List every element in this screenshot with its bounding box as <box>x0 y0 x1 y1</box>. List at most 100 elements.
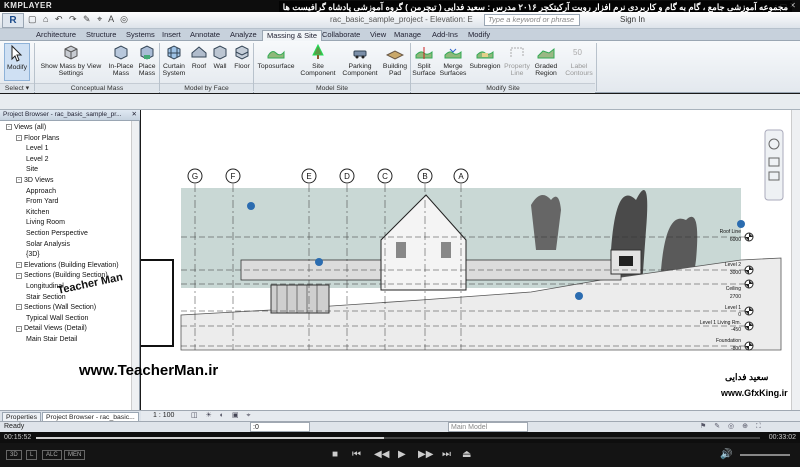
modify-button[interactable]: Modify <box>4 43 30 81</box>
level-name: Ceiling <box>726 286 742 292</box>
tab-insert[interactable]: Insert <box>158 30 185 41</box>
tree-toggle-icon[interactable]: - <box>16 261 22 268</box>
panel-separator <box>596 43 597 91</box>
select-panel-label[interactable]: Select ▾ <box>0 83 34 93</box>
tab-massing-site[interactable]: Massing & Site <box>262 30 323 41</box>
navigation-bar[interactable] <box>764 129 784 201</box>
wall-by-face-button[interactable]: Wall <box>210 43 230 70</box>
stop-icon[interactable]: ■ <box>332 449 338 460</box>
parking-component-label: Parking Component <box>342 63 378 77</box>
revit-app-menu-button[interactable]: R <box>2 13 24 28</box>
badge-men[interactable]: MEN <box>64 450 86 460</box>
elevation-drawing[interactable]: G F E D C B A Roof Line 6000 Level 2 300… <box>32 110 791 410</box>
tab-add-ins[interactable]: Add-Ins <box>428 30 462 41</box>
tree-item-label: Solar Analysis <box>26 240 70 248</box>
site-component-button[interactable]: Site Component <box>298 43 338 77</box>
design-option-field[interactable]: Main Model <box>448 422 528 432</box>
volume-slider[interactable] <box>740 454 790 456</box>
tab-annotate[interactable]: Annotate <box>186 30 224 41</box>
tree-toggle-icon[interactable]: - <box>16 325 22 332</box>
badge-l[interactable]: L <box>26 450 38 460</box>
elapsed-time: 00:15:52 <box>4 434 32 441</box>
quick-access-toolbar[interactable]: ▢ ⌂ ↶ ↷ ✎ ⌖ A ◎ <box>28 14 130 25</box>
tab-view[interactable]: View <box>366 30 390 41</box>
toposurface-button[interactable]: Toposurface <box>256 43 296 70</box>
tree-item[interactable]: Kitchen <box>26 209 49 216</box>
tab-structure[interactable]: Structure <box>82 30 120 41</box>
next-icon[interactable]: ⏭ <box>442 449 451 460</box>
rewind-icon[interactable]: ◀◀ <box>374 449 389 460</box>
merge-surfaces-label: Merge Surfaces <box>439 63 467 77</box>
workset-field[interactable]: :0 <box>250 422 310 432</box>
sign-in-button[interactable]: Sign In <box>620 15 645 24</box>
tree-item[interactable]: Approach <box>26 188 56 195</box>
tree-item[interactable]: Level 1 <box>26 145 49 152</box>
close-icon[interactable]: ✕ <box>132 110 137 120</box>
tree-item[interactable]: From Yard <box>26 198 58 205</box>
volume-icon[interactable]: 🔊 <box>720 449 732 460</box>
tab-architecture[interactable]: Architecture <box>32 30 80 41</box>
badge-alc[interactable]: ALC <box>42 450 62 460</box>
tree-item[interactable]: -3D Views <box>16 177 53 184</box>
status-icons[interactable]: ⚑ ✎ ◎ ⊕ ⛶ <box>700 422 764 432</box>
place-mass-button[interactable]: Place Mass <box>136 43 158 77</box>
badge-3d[interactable]: 3D <box>6 450 22 460</box>
tree-item[interactable]: Typical Wall Section <box>26 315 88 322</box>
property-line-button[interactable]: Property Line <box>503 43 531 77</box>
level-value: 3000 <box>730 270 741 276</box>
roof-icon <box>191 46 207 58</box>
tab-analyze[interactable]: Analyze <box>226 30 261 41</box>
graded-region-button[interactable]: Graded Region <box>532 43 560 77</box>
tab-systems[interactable]: Systems <box>122 30 159 41</box>
curtain-system-button[interactable]: Curtain System <box>160 43 188 77</box>
tree-toggle-icon[interactable]: - <box>16 272 22 279</box>
in-place-mass-button[interactable]: In-Place Mass <box>106 43 136 77</box>
play-icon[interactable]: ▶ <box>398 449 406 460</box>
view-scale[interactable]: 1 : 100 <box>153 411 174 421</box>
tab-collaborate[interactable]: Collaborate <box>318 30 364 41</box>
tree-item[interactable]: - Views (all) <box>6 124 46 131</box>
split-surface-button[interactable]: Split Surface <box>411 43 437 77</box>
tree-item[interactable]: - Elevations (Building Elevation) <box>16 262 119 269</box>
tree-toggle-icon[interactable]: - <box>6 124 12 131</box>
seek-track[interactable] <box>36 437 760 439</box>
split-surface-icon <box>415 47 433 59</box>
tab-modify[interactable]: Modify <box>464 30 494 41</box>
tree-item[interactable]: - Floor Plans <box>16 135 59 142</box>
tree-item[interactable]: Living Room <box>26 219 65 226</box>
label-contours-button[interactable]: 50 Label Contours <box>563 43 595 77</box>
options-bar <box>0 94 800 110</box>
tree-item[interactable]: Main Stair Detail <box>26 336 77 343</box>
drawing-canvas[interactable]: G F E D C B A Roof Line 6000 Level 2 300… <box>32 110 791 410</box>
eject-icon[interactable]: ⏏ <box>462 449 471 460</box>
status-bar: Ready :0 Main Model ⚑ ✎ ◎ ⊕ ⛶ <box>0 421 800 432</box>
tree-toggle-icon[interactable]: - <box>16 304 22 311</box>
canvas-scrollbar[interactable] <box>791 110 800 410</box>
subregion-label: Subregion <box>469 63 501 70</box>
roof-by-face-button[interactable]: Roof <box>189 43 209 70</box>
search-input[interactable]: Type a keyword or phrase <box>484 14 580 26</box>
tree-item[interactable]: Site <box>26 166 38 173</box>
merge-surfaces-button[interactable]: Merge Surfaces <box>439 43 467 77</box>
parking-component-button[interactable]: Parking Component <box>340 43 380 77</box>
player-seek-bar[interactable]: 00:15:52 00:33:02 <box>0 432 800 443</box>
tree-item-label: Detail Views (Detail) <box>24 325 87 333</box>
tab-manage[interactable]: Manage <box>390 30 425 41</box>
tree-item[interactable]: - Detail Views (Detail) <box>16 325 87 332</box>
floor-by-face-button[interactable]: Floor <box>231 43 253 70</box>
building-pad-button[interactable]: Building Pad <box>382 43 408 77</box>
tree-item[interactable]: Section Perspective <box>26 230 88 237</box>
view-control-icons[interactable]: ◫ ☀ ◐ ▣ ⌖ <box>191 411 253 421</box>
show-mass-button[interactable]: Show Mass by View Settings <box>40 43 102 77</box>
subregion-button[interactable]: Subregion <box>469 43 501 70</box>
tree-item[interactable]: {3D} <box>26 251 40 258</box>
previous-icon[interactable]: ⏮ <box>352 449 361 460</box>
glazed-wall <box>270 284 330 314</box>
building-pad-icon <box>386 50 404 60</box>
tree-item[interactable]: Level 2 <box>26 156 49 163</box>
tree-item[interactable]: - Sections (Wall Section) <box>16 304 96 311</box>
forward-icon[interactable]: ▶▶ <box>418 449 433 460</box>
tree-item[interactable]: Solar Analysis <box>26 241 70 248</box>
tree-toggle-icon[interactable]: - <box>16 134 22 141</box>
tree-toggle-icon[interactable]: - <box>16 177 22 184</box>
